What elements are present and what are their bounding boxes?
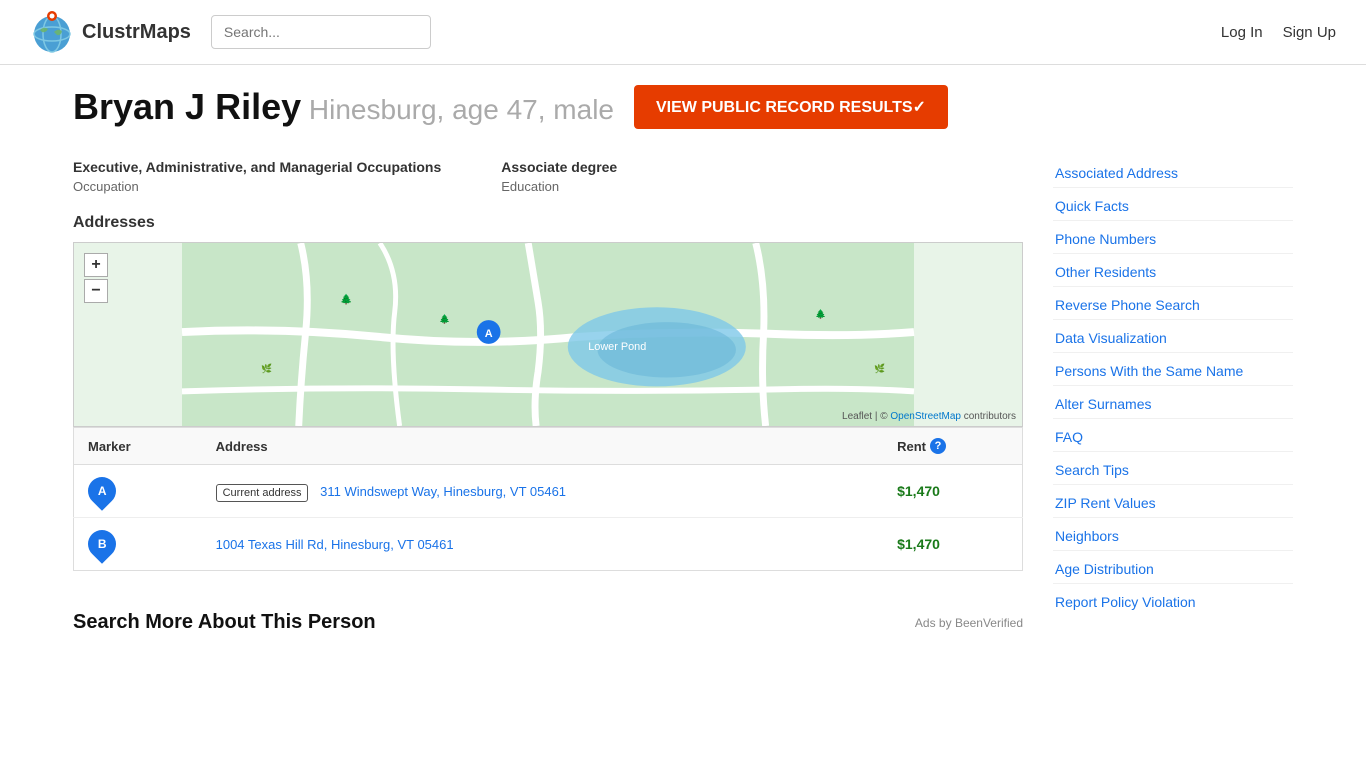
header: ClustrMaps Log In Sign Up	[0, 0, 1366, 65]
sidebar-item-phone-numbers[interactable]: Phone Numbers	[1053, 225, 1293, 254]
sidebar-item-report-policy-violation[interactable]: Report Policy Violation	[1053, 588, 1293, 616]
logo-text: ClustrMaps	[82, 21, 191, 44]
sidebar-item-age-distribution[interactable]: Age Distribution	[1053, 555, 1293, 584]
svg-text:🌲: 🌲	[815, 308, 826, 319]
search-more-header: Search More About This Person Ads by Bee…	[73, 611, 1023, 634]
logo-icon	[30, 10, 74, 54]
marker-cell-a: A	[74, 465, 202, 518]
address-link-a[interactable]: 311 Windswept Way, Hinesburg, VT 05461	[320, 484, 566, 499]
search-input[interactable]	[211, 15, 431, 49]
sidebar-item-data-visualization[interactable]: Data Visualization	[1053, 324, 1293, 353]
sidebar-item-associated-address[interactable]: Associated Address	[1053, 159, 1293, 188]
sidebar-item-alter-surnames[interactable]: Alter Surnames	[1053, 390, 1293, 419]
rent-value-b: $1,470	[897, 536, 940, 552]
sidebar: Associated Address Quick Facts Phone Num…	[1053, 159, 1293, 616]
sidebar-item-search-tips[interactable]: Search Tips	[1053, 456, 1293, 485]
education-title: Associate degree	[501, 159, 617, 175]
occupation-block: Executive, Administrative, and Manageria…	[73, 159, 441, 194]
sidebar-item-reverse-phone-search[interactable]: Reverse Phone Search	[1053, 291, 1293, 320]
col-marker: Marker	[74, 428, 202, 465]
occupation-title: Executive, Administrative, and Manageria…	[73, 159, 441, 175]
rent-cell-b: $1,470	[883, 518, 1022, 571]
education-label: Education	[501, 179, 617, 194]
person-name: Bryan J Riley	[73, 86, 301, 127]
marker-badge-b: B	[82, 524, 122, 564]
person-details: Hinesburg, age 47, male	[309, 94, 614, 125]
main-container: Bryan J Riley Hinesburg, age 47, male VI…	[43, 65, 1323, 658]
addresses-section-title: Addresses	[73, 214, 1023, 232]
table-row: B 1004 Texas Hill Rd, Hinesburg, VT 0546…	[74, 518, 1023, 571]
map-controls: + −	[84, 253, 108, 303]
rent-value-a: $1,470	[897, 483, 940, 499]
education-block: Associate degree Education	[501, 159, 617, 194]
rent-cell-a: $1,470	[883, 465, 1022, 518]
page-title: Bryan J Riley Hinesburg, age 47, male	[73, 86, 614, 128]
address-cell-b: 1004 Texas Hill Rd, Hinesburg, VT 05461	[202, 518, 884, 571]
occupation-label: Occupation	[73, 179, 441, 194]
col-address: Address	[202, 428, 884, 465]
map-container: 🌲 🌲 🌿 🌲 🌿 Lower Pond A + − Leaflet |	[73, 242, 1023, 427]
svg-text:🌲: 🌲	[340, 293, 352, 305]
address-link-b[interactable]: 1004 Texas Hill Rd, Hinesburg, VT 05461	[216, 537, 454, 552]
header-nav: Log In Sign Up	[1221, 24, 1336, 41]
rent-info-icon[interactable]: ?	[930, 438, 946, 454]
signup-link[interactable]: Sign Up	[1283, 24, 1336, 41]
info-section: Executive, Administrative, and Manageria…	[73, 159, 1023, 194]
search-more-section: Search More About This Person Ads by Bee…	[73, 601, 1023, 634]
sidebar-item-quick-facts[interactable]: Quick Facts	[1053, 192, 1293, 221]
main-content: Executive, Administrative, and Manageria…	[73, 159, 1023, 638]
map-attribution: Leaflet | © OpenStreetMap contributors	[842, 411, 1016, 422]
svg-text:🌲: 🌲	[439, 313, 450, 324]
address-table: Marker Address Rent ?	[73, 427, 1023, 571]
sidebar-item-persons-same-name[interactable]: Persons With the Same Name	[1053, 357, 1293, 386]
sidebar-item-other-residents[interactable]: Other Residents	[1053, 258, 1293, 287]
svg-text:Lower Pond: Lower Pond	[588, 341, 646, 353]
svg-text:🌿: 🌿	[261, 363, 272, 374]
zoom-out-button[interactable]: −	[84, 279, 108, 303]
current-address-tag: Current address	[216, 484, 309, 502]
sidebar-nav: Associated Address Quick Facts Phone Num…	[1053, 159, 1293, 616]
svg-text:🌿: 🌿	[874, 363, 885, 374]
logo-area: ClustrMaps	[30, 10, 191, 54]
zoom-in-button[interactable]: +	[84, 253, 108, 277]
marker-badge-a: A	[82, 471, 122, 511]
sidebar-item-neighbors[interactable]: Neighbors	[1053, 522, 1293, 551]
ads-label: Ads by BeenVerified	[915, 616, 1023, 630]
col-rent: Rent ?	[883, 428, 1022, 465]
svg-text:A: A	[485, 328, 493, 340]
search-more-title: Search More About This Person	[73, 611, 376, 634]
address-cell-a: Current address 311 Windswept Way, Hines…	[202, 465, 884, 518]
map-svg: 🌲 🌲 🌿 🌲 🌿 Lower Pond A	[74, 243, 1022, 426]
osm-link[interactable]: OpenStreetMap	[890, 411, 961, 422]
sidebar-item-faq[interactable]: FAQ	[1053, 423, 1293, 452]
sidebar-item-zip-rent-values[interactable]: ZIP Rent Values	[1053, 489, 1293, 518]
content-layout: Executive, Administrative, and Manageria…	[73, 159, 1293, 638]
rent-header: Rent ?	[897, 438, 1008, 454]
login-link[interactable]: Log In	[1221, 24, 1263, 41]
table-row: A Current address 311 Windswept Way, Hin…	[74, 465, 1023, 518]
person-header: Bryan J Riley Hinesburg, age 47, male VI…	[73, 85, 1293, 129]
view-record-button[interactable]: VIEW PUBLIC RECORD RESULTS✓	[634, 85, 948, 129]
table-header-row: Marker Address Rent ?	[74, 428, 1023, 465]
marker-cell-b: B	[74, 518, 202, 571]
